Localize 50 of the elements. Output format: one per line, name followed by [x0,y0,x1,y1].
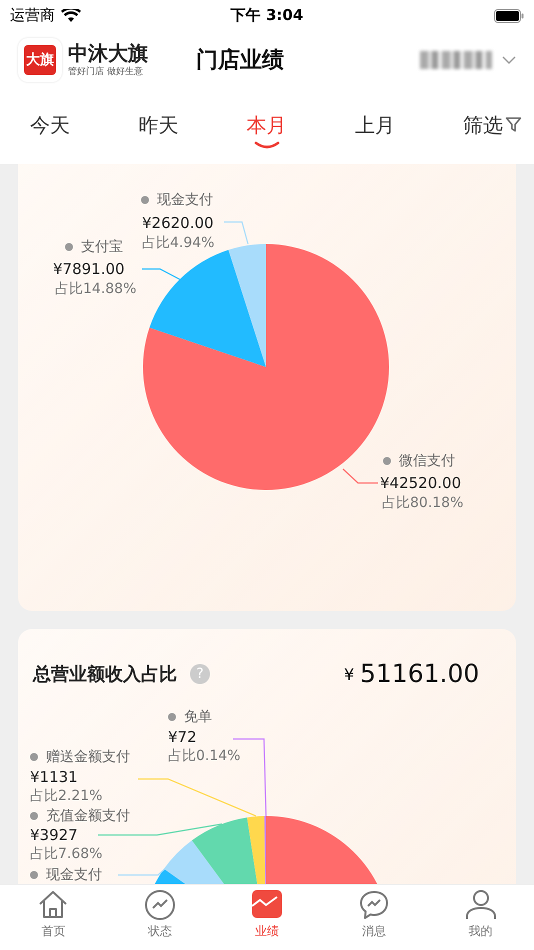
tab-bar-item[interactable]: 首页 [27,885,80,950]
blurred-store-name[interactable] [420,50,492,69]
share-label: 占比2.21% [30,787,102,806]
amount-label: ¥1131 [30,767,78,788]
period-tab[interactable]: 昨天 [138,110,178,139]
filter-button[interactable]: 筛选 [463,110,522,139]
share-label: 占比14.88% [55,280,136,300]
battery-icon [494,8,524,23]
carrier-name: 运营商 [10,6,55,26]
tab-indicator [254,140,280,149]
chat-bubble-icon [358,889,390,922]
legend-label: 免单 [168,707,212,728]
tab-bar-item[interactable]: 状态 [134,885,186,950]
page-title: 门店业绩 [196,46,284,75]
share-label: 占比0.14% [168,747,240,766]
chevron-down-icon[interactable] [502,56,516,64]
brand-name: 中沐大旗 [68,41,148,66]
leader-line [342,468,378,484]
period-tab[interactable]: 上月 [354,110,395,139]
brand-logo: 大旗 [18,38,62,82]
legend-label: 充值金额支付 [30,806,130,826]
legend-label: 现金支付 [30,865,102,884]
wifi-icon [61,8,81,23]
legend-label: 现金支付 [141,190,213,210]
period-tab[interactable]: 本月 [246,110,286,139]
share-label: 占比80.18% [382,494,464,514]
amount-label: ¥42520.00 [380,473,462,494]
legend-label: 微信支付 [383,451,455,472]
amount-label: ¥72 [168,727,197,748]
legend-label: 支付宝 [65,237,123,258]
filter-icon [505,116,522,134]
period-tab[interactable]: 今天 [30,110,70,139]
amount-label: ¥3927 [30,825,78,846]
person-icon [464,889,497,922]
legend-label: 赠送金额支付 [30,747,130,768]
leader-line [142,268,182,281]
tab-bar-item[interactable]: 我的 [454,885,507,950]
share-label: 占比4.94% [142,234,214,254]
brand-slogan: 管好门店 做好生意 [68,66,144,78]
amount-label: ¥2620.00 [142,213,214,234]
total-amount: 51161.00 [360,659,480,688]
trend-circle-icon [144,889,176,922]
card-title: 总营业额收入占比 [33,663,177,686]
amount-label: ¥7891.00 [53,259,125,280]
currency-sign: ¥ [344,665,354,684]
status-time: 下午 3:04 [230,6,304,26]
tab-bar-item[interactable]: 业绩 [240,885,293,950]
leader-line [224,222,249,244]
tab-bar-item[interactable]: 消息 [348,885,400,950]
share-label: 占比7.68% [30,845,102,864]
